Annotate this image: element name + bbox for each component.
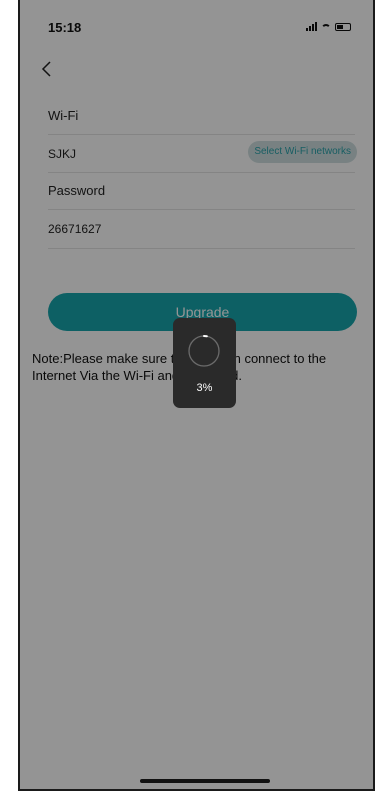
upgrade-screen: 15:18 Wi-Fi SJKJ Select Wi-Fi networks P…	[20, 0, 373, 789]
progress-percent: 3%	[196, 382, 213, 394]
progress-toast: 3%	[173, 318, 236, 408]
home-indicator[interactable]	[140, 779, 270, 783]
spinner-icon	[188, 335, 220, 367]
phone-frame: 15:18 Wi-Fi SJKJ Select Wi-Fi networks P…	[18, 0, 375, 791]
